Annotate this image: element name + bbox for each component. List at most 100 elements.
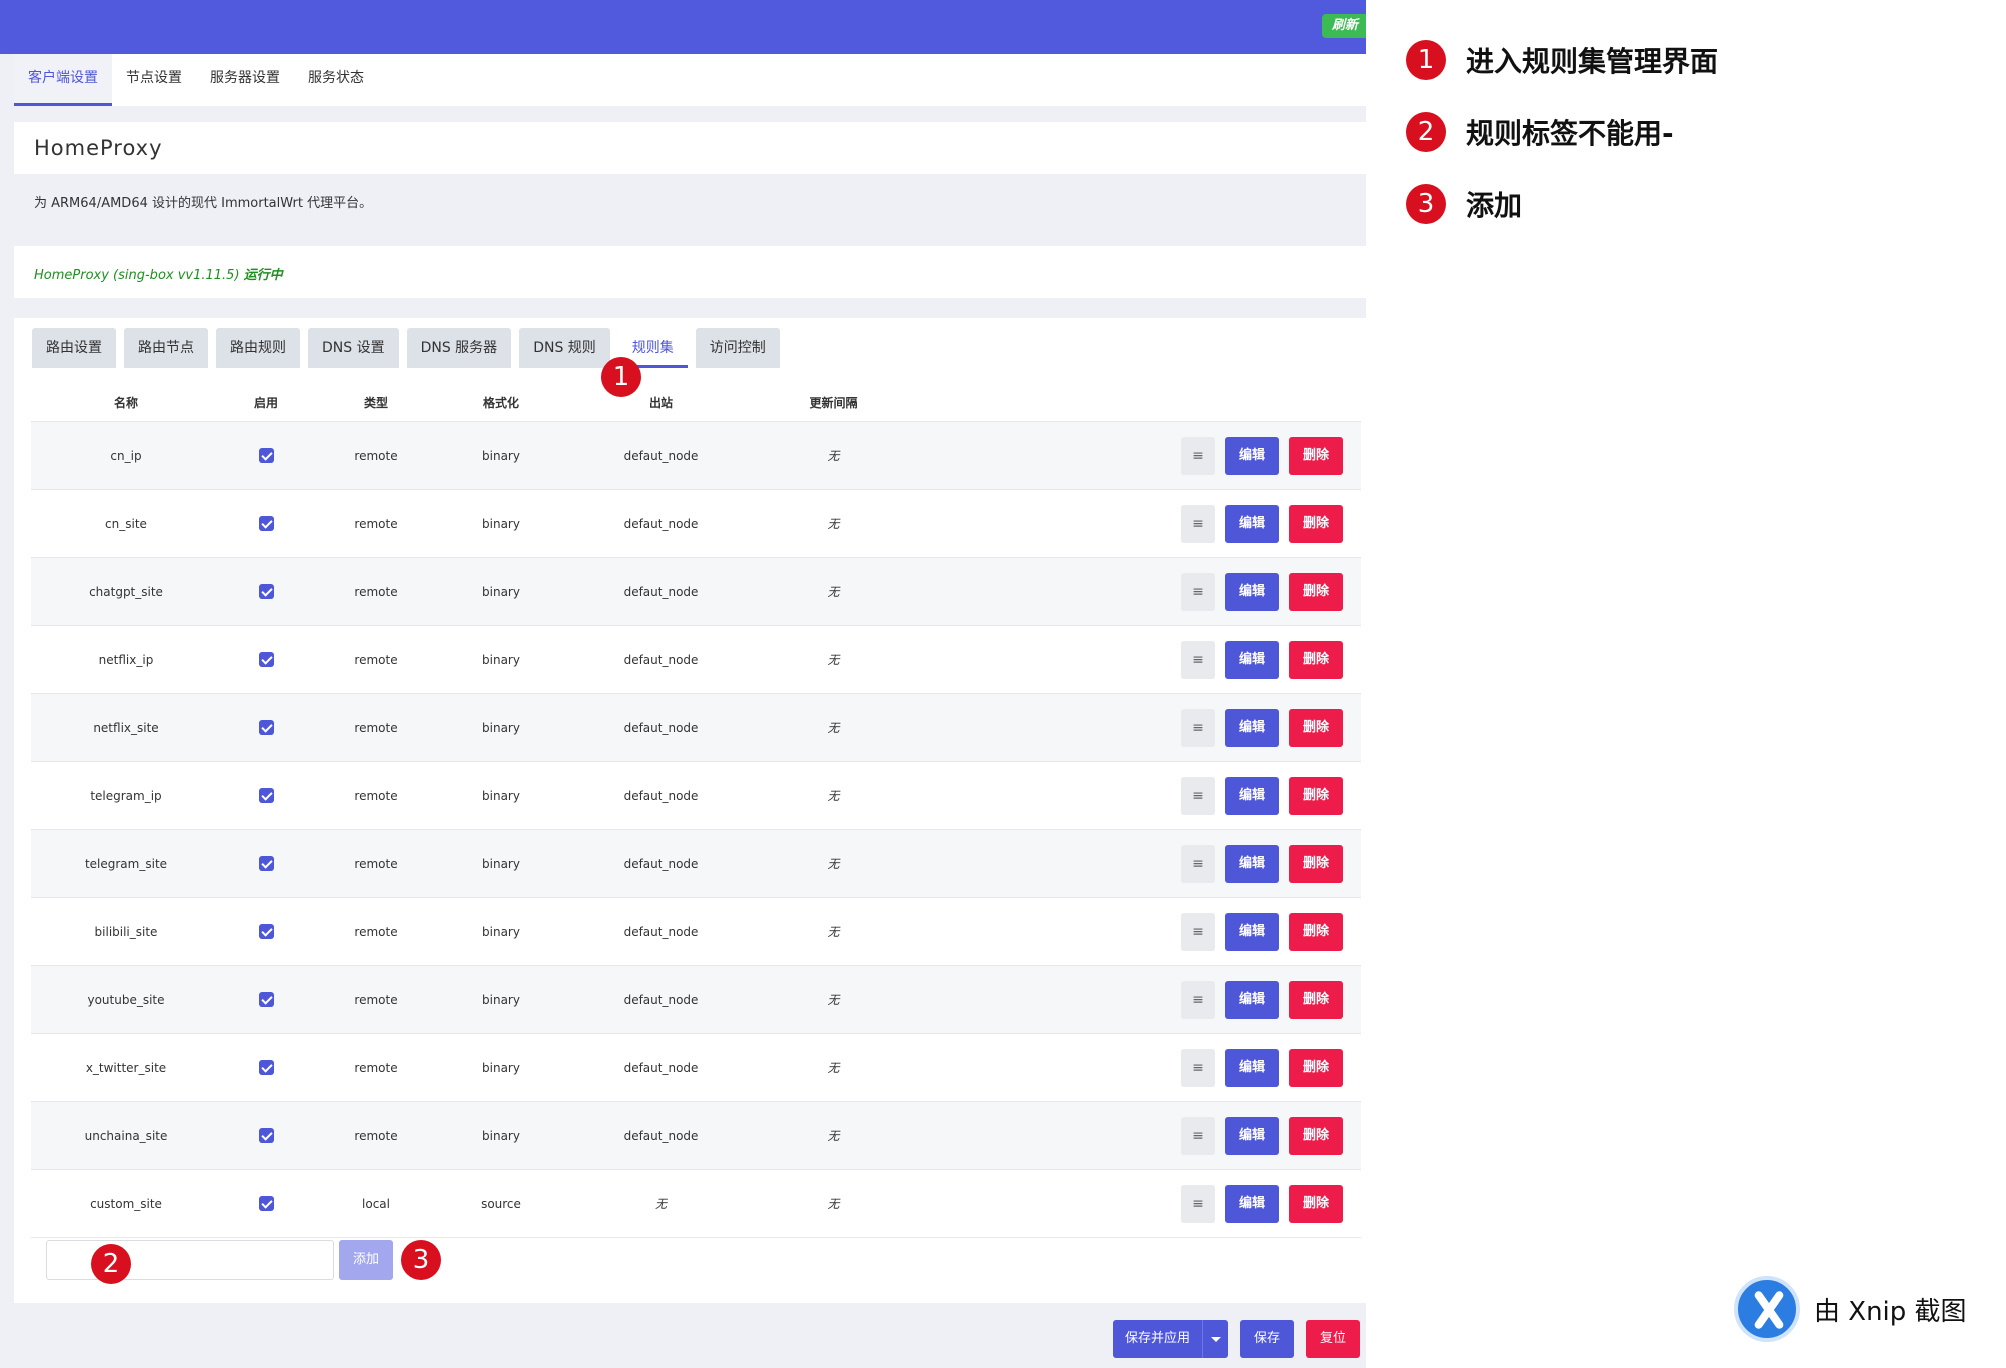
edit-button[interactable]: 编辑 <box>1225 844 1279 883</box>
table-row: chatgpt_site remote binary defaut_node 无 ≡ 编辑删… <box>31 558 1361 626</box>
delete-button[interactable]: 删除 <box>1289 980 1343 1019</box>
enabled-checkbox[interactable] <box>258 584 274 599</box>
marker-2: 2 <box>91 1244 131 1284</box>
add-button[interactable]: 添加 <box>339 1240 393 1280</box>
drag-handle-icon[interactable]: ≡ <box>1181 1048 1215 1087</box>
rule-format: binary <box>482 1128 520 1143</box>
enabled-checkbox[interactable] <box>258 448 274 463</box>
enabled-checkbox[interactable] <box>258 516 274 531</box>
rule-format: binary <box>482 584 520 599</box>
delete-button[interactable]: 删除 <box>1289 776 1343 815</box>
rule-name: cn_ip <box>110 448 142 463</box>
tab-routing-rules[interactable]: 路由规则 <box>216 328 300 368</box>
enabled-checkbox[interactable] <box>258 788 274 803</box>
tab-node-settings[interactable]: 节点设置 <box>112 54 196 106</box>
tab-server-settings[interactable]: 服务器设置 <box>196 54 294 106</box>
save-button[interactable]: 保存 <box>1239 1320 1294 1358</box>
rule-outbound: defaut_node <box>623 1128 699 1143</box>
enabled-cell <box>221 788 311 803</box>
reset-button[interactable]: 复位 <box>1305 1320 1360 1358</box>
drag-handle-icon[interactable]: ≡ <box>1181 1184 1215 1223</box>
ruleset-name-input[interactable] <box>46 1240 334 1280</box>
drag-handle-icon[interactable]: ≡ <box>1181 980 1215 1019</box>
save-apply-dropdown[interactable] <box>1201 1320 1228 1358</box>
edit-button[interactable]: 编辑 <box>1225 572 1279 611</box>
enabled-cell <box>221 992 311 1007</box>
table-row: cn_ip remote binary defaut_node 无 ≡ 编辑 删除 <box>31 422 1361 490</box>
enabled-cell <box>221 856 311 871</box>
row-actions: ≡ 编辑 删除 <box>906 912 1361 951</box>
rule-name: custom_site <box>90 1196 162 1211</box>
drag-handle-icon[interactable]: ≡ <box>1181 844 1215 883</box>
drag-handle-icon[interactable]: ≡ <box>1181 640 1215 679</box>
rule-outbound: defaut_node <box>623 1060 699 1075</box>
enabled-checkbox[interactable] <box>258 924 274 939</box>
tab-dns-rules[interactable]: DNS 规则 <box>519 328 610 368</box>
delete-button[interactable]: 删除 <box>1289 572 1343 611</box>
tab-routing-settings[interactable]: 路由设置 <box>32 328 116 368</box>
rule-type: remote <box>354 924 398 939</box>
drag-handle-icon[interactable]: ≡ <box>1181 776 1215 815</box>
edit-button[interactable]: 编辑 <box>1225 776 1279 815</box>
marker-3: 3 <box>401 1240 441 1280</box>
save-apply-group: 保存并应用 <box>1112 1320 1228 1358</box>
delete-button[interactable]: 删除 <box>1289 1116 1343 1155</box>
table-row: unchaina_site remote binary defaut_node 无 ≡ 编辑… <box>31 1102 1361 1170</box>
rule-format: binary <box>482 516 520 531</box>
drag-handle-icon[interactable]: ≡ <box>1181 708 1215 747</box>
header-format: 格式化 <box>482 396 519 410</box>
tab-access-control[interactable]: 访问控制 <box>695 328 780 368</box>
edit-button[interactable]: 编辑 <box>1225 436 1279 475</box>
enabled-checkbox[interactable] <box>258 1060 274 1075</box>
enabled-checkbox[interactable] <box>258 992 274 1007</box>
enabled-checkbox[interactable] <box>258 856 274 871</box>
delete-button[interactable]: 删除 <box>1289 844 1343 883</box>
drag-handle-icon[interactable]: ≡ <box>1181 504 1215 543</box>
tab-dns-servers[interactable]: DNS 服务器 <box>406 328 512 368</box>
delete-button[interactable]: 删除 <box>1289 708 1343 747</box>
rule-interval: 无 <box>827 993 840 1007</box>
enabled-cell <box>221 1128 311 1143</box>
edit-button[interactable]: 编辑 <box>1225 980 1279 1019</box>
rule-type: remote <box>354 1128 398 1143</box>
drag-handle-icon[interactable]: ≡ <box>1181 436 1215 475</box>
rule-type: remote <box>354 788 398 803</box>
rule-name: cn_site <box>105 516 147 531</box>
refresh-button[interactable]: 刷新 <box>1322 14 1366 38</box>
enabled-checkbox[interactable] <box>258 1128 274 1143</box>
edit-button[interactable]: 编辑 <box>1225 1184 1279 1223</box>
row-actions: ≡ 编辑 删除 <box>906 504 1361 543</box>
delete-button[interactable]: 删除 <box>1289 640 1343 679</box>
annotation-3: 3 添加 <box>1406 184 1522 224</box>
drag-handle-icon[interactable]: ≡ <box>1181 912 1215 951</box>
delete-button[interactable]: 删除 <box>1289 1048 1343 1087</box>
delete-button[interactable]: 删除 <box>1289 912 1343 951</box>
delete-button[interactable]: 删除 <box>1289 1184 1343 1223</box>
rule-format: binary <box>482 448 520 463</box>
tab-dns-settings[interactable]: DNS 设置 <box>308 328 399 368</box>
rule-name: telegram_ip <box>90 788 162 803</box>
edit-button[interactable]: 编辑 <box>1225 1048 1279 1087</box>
enabled-cell <box>221 720 311 735</box>
tab-client-settings[interactable]: 客户端设置 <box>14 54 112 106</box>
edit-button[interactable]: 编辑 <box>1225 640 1279 679</box>
edit-button[interactable]: 编辑 <box>1225 1116 1279 1155</box>
tab-service-status[interactable]: 服务状态 <box>294 54 378 106</box>
tab-routing-nodes[interactable]: 路由节点 <box>124 328 208 368</box>
rule-interval: 无 <box>827 1197 840 1211</box>
edit-button[interactable]: 编辑 <box>1225 708 1279 747</box>
delete-button[interactable]: 删除 <box>1289 436 1343 475</box>
drag-handle-icon[interactable]: ≡ <box>1181 1116 1215 1155</box>
drag-handle-icon[interactable]: ≡ <box>1181 572 1215 611</box>
enabled-cell <box>221 652 311 667</box>
header-outbound: 出站 <box>648 396 673 410</box>
enabled-checkbox[interactable] <box>258 652 274 667</box>
edit-button[interactable]: 编辑 <box>1225 912 1279 951</box>
enabled-checkbox[interactable] <box>258 1196 274 1211</box>
status-text: HomeProxy (sing-box vv1.11.5) 运行中 <box>34 264 283 283</box>
edge-handle[interactable] <box>1357 1254 1366 1284</box>
edit-button[interactable]: 编辑 <box>1225 504 1279 543</box>
enabled-checkbox[interactable] <box>258 720 274 735</box>
save-apply-button[interactable]: 保存并应用 <box>1112 1320 1202 1358</box>
delete-button[interactable]: 删除 <box>1289 504 1343 543</box>
